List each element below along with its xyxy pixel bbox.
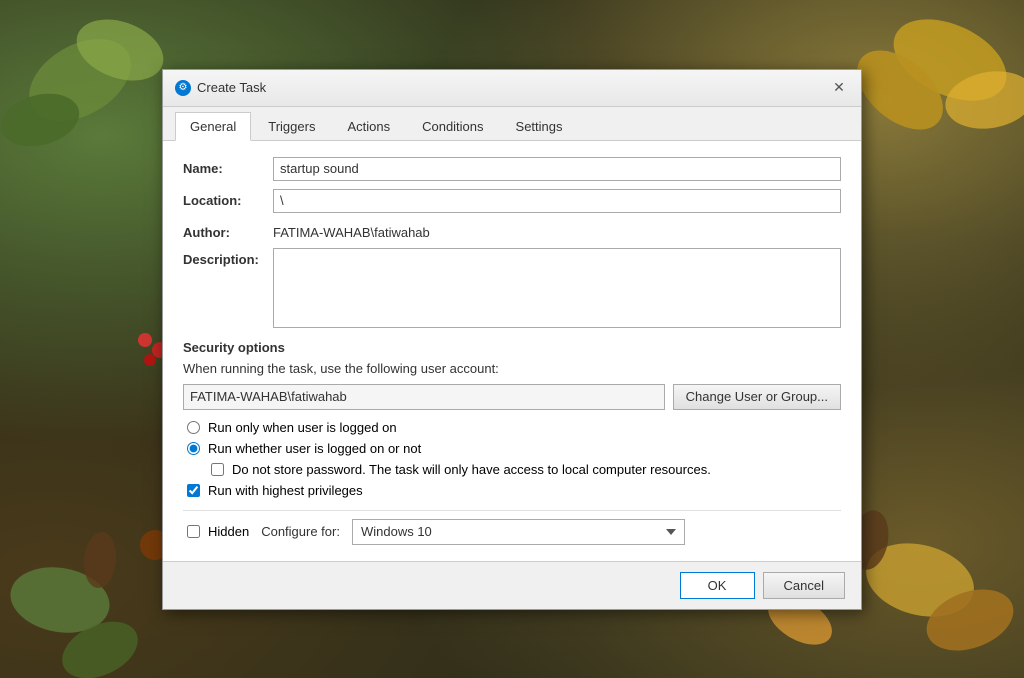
highest-privileges-label: Run with highest privileges xyxy=(208,483,363,498)
location-input[interactable] xyxy=(273,189,841,213)
user-account-row: Change User or Group... xyxy=(183,384,841,410)
configure-select[interactable]: Windows 10 Windows 7, Windows Server 200… xyxy=(352,519,685,545)
tab-bar: General Triggers Actions Conditions Sett… xyxy=(163,107,861,141)
dialog-footer: OK Cancel xyxy=(163,561,861,609)
configure-label: Configure for: xyxy=(261,524,340,539)
user-account-input[interactable] xyxy=(183,384,665,410)
description-textarea[interactable] xyxy=(273,248,841,328)
no-store-password-row: Do not store password. The task will onl… xyxy=(183,462,841,477)
security-account-info: When running the task, use the following… xyxy=(183,361,841,376)
radio-whether-logged-row: Run whether user is logged on or not xyxy=(183,441,841,456)
ok-button[interactable]: OK xyxy=(680,572,755,599)
dialog-title: Create Task xyxy=(197,80,266,95)
security-section-title: Security options xyxy=(183,340,841,355)
hidden-checkbox[interactable] xyxy=(187,525,200,538)
highest-privileges-checkbox[interactable] xyxy=(187,484,200,497)
no-store-password-checkbox[interactable] xyxy=(211,463,224,476)
radio-logged-on-row: Run only when user is logged on xyxy=(183,420,841,435)
hidden-label: Hidden xyxy=(208,524,249,539)
highest-privileges-row: Run with highest privileges xyxy=(183,483,841,498)
radio-whether-logged-label: Run whether user is logged on or not xyxy=(208,441,421,456)
name-input[interactable] xyxy=(273,157,841,181)
description-label: Description: xyxy=(183,248,273,267)
no-store-password-label: Do not store password. The task will onl… xyxy=(232,462,711,477)
tab-settings[interactable]: Settings xyxy=(501,112,578,141)
dialog-icon: ⚙ xyxy=(175,80,191,96)
hidden-row: Hidden xyxy=(183,524,249,539)
tab-actions[interactable]: Actions xyxy=(332,112,405,141)
author-value: FATIMA-WAHAB\fatiwahab xyxy=(273,221,841,240)
radio-logged-on-label: Run only when user is logged on xyxy=(208,420,397,435)
cancel-button[interactable]: Cancel xyxy=(763,572,845,599)
close-button[interactable]: ✕ xyxy=(829,78,849,98)
radio-whether-logged[interactable] xyxy=(187,442,200,455)
name-label: Name: xyxy=(183,157,273,176)
description-row: Description: xyxy=(183,248,841,328)
tab-general[interactable]: General xyxy=(175,112,251,141)
location-row: Location: xyxy=(183,189,841,213)
name-row: Name: xyxy=(183,157,841,181)
author-label: Author: xyxy=(183,221,273,240)
title-bar: ⚙ Create Task ✕ xyxy=(163,70,861,107)
author-row: Author: FATIMA-WAHAB\fatiwahab xyxy=(183,221,841,240)
bottom-options-row: Hidden Configure for: Windows 10 Windows… xyxy=(183,510,841,545)
dialog-body: Name: Location: Author: FATIMA-WAHAB\fat… xyxy=(163,141,861,561)
create-task-dialog: ⚙ Create Task ✕ General Triggers Actions… xyxy=(162,69,862,610)
location-label: Location: xyxy=(183,189,273,208)
dialog-overlay: ⚙ Create Task ✕ General Triggers Actions… xyxy=(0,0,1024,678)
tab-conditions[interactable]: Conditions xyxy=(407,112,498,141)
tab-triggers[interactable]: Triggers xyxy=(253,112,330,141)
radio-logged-on[interactable] xyxy=(187,421,200,434)
change-user-button[interactable]: Change User or Group... xyxy=(673,384,841,410)
title-bar-left: ⚙ Create Task xyxy=(175,80,266,96)
